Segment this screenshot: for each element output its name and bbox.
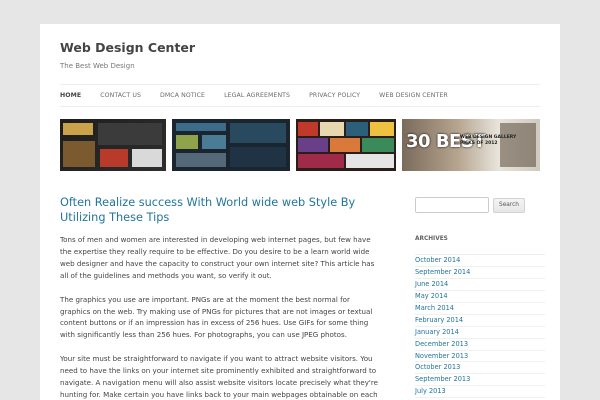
- search-form: Search: [415, 197, 545, 213]
- nav-item-home[interactable]: HOME: [60, 92, 81, 99]
- nav-item-web-design-center[interactable]: WEB DESIGN CENTER: [379, 92, 448, 99]
- archive-link[interactable]: January 2014: [415, 327, 545, 339]
- nav-item-legal-agreements[interactable]: LEGAL AGREEMENTS: [224, 92, 290, 99]
- archive-link[interactable]: March 2014: [415, 303, 545, 315]
- post-content: Tons of men and women are interested in …: [60, 234, 378, 400]
- post-paragraph: The graphics you use are important. PNGs…: [60, 294, 373, 340]
- post-title[interactable]: Often Realize success With World wide we…: [60, 195, 370, 225]
- archive-link[interactable]: November 2013: [415, 351, 545, 363]
- post-paragraph: Your site must be straightforward to nav…: [60, 354, 378, 399]
- header-thumbnail-2: [172, 119, 290, 171]
- site-title[interactable]: Web Design Center: [60, 40, 195, 55]
- search-button[interactable]: Search: [493, 197, 525, 213]
- nav-item-contact-us[interactable]: CONTACT US: [100, 92, 141, 99]
- archives-widget-title: ARCHIVES: [415, 236, 448, 242]
- archives-list: October 2014 September 2014 June 2014 Ma…: [415, 254, 545, 399]
- nav-item-privacy-policy[interactable]: PRIVACY POLICY: [309, 92, 360, 99]
- archive-link[interactable]: June 2014: [415, 279, 545, 291]
- post-paragraph: Tons of men and women are interested in …: [60, 235, 375, 280]
- search-input[interactable]: [415, 197, 489, 213]
- archive-link[interactable]: October 2013: [415, 362, 545, 375]
- header-thumbnail-3: [296, 119, 396, 171]
- header-thumbnail-4-gallery-badge: 30 BEST WEB DESIGN GALLERY PICKS OF 2012: [402, 119, 540, 171]
- archive-link[interactable]: December 2013: [415, 339, 545, 351]
- nav-item-dmca-notice[interactable]: DMCA NOTICE: [160, 92, 205, 99]
- sidebar: Search ARCHIVES October 2014 September 2…: [415, 197, 545, 399]
- header-badge-subtitle: WEB DESIGN GALLERY PICKS OF 2012: [460, 135, 517, 146]
- archive-link[interactable]: October 2014: [415, 255, 545, 267]
- archive-link[interactable]: February 2014: [415, 315, 545, 327]
- header-image: 30 BEST WEB DESIGN GALLERY PICKS OF 2012: [60, 119, 540, 171]
- archive-link[interactable]: September 2013: [415, 374, 545, 387]
- main-navigation: HOME CONTACT US DMCA NOTICE LEGAL AGREEM…: [60, 84, 540, 107]
- site-container: Web Design Center The Best Web Design HO…: [40, 24, 560, 400]
- header-thumbnail-1: [60, 119, 166, 171]
- archive-link[interactable]: July 2013: [415, 386, 545, 399]
- archive-link[interactable]: May 2014: [415, 291, 545, 303]
- site-description: The Best Web Design: [60, 62, 135, 70]
- archive-link[interactable]: September 2014: [415, 267, 545, 279]
